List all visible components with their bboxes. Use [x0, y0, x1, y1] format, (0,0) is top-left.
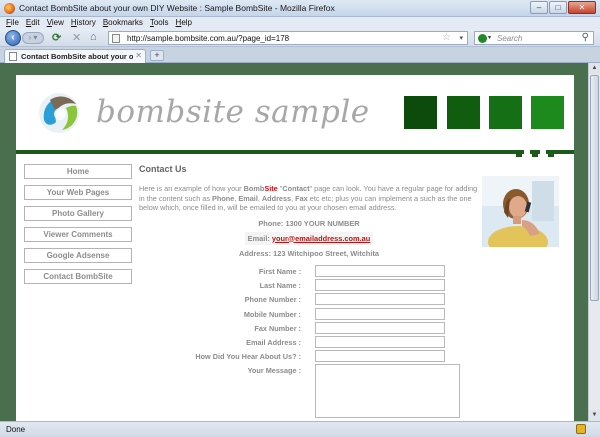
main-content: Contact Us Here is an example of how you… — [139, 164, 479, 258]
page-container: bombsite sample Home Your Web Pages Phot… — [16, 75, 574, 421]
close-icon[interactable]: ✕ — [135, 51, 142, 60]
menu-view[interactable]: View — [47, 17, 64, 29]
heard-about-label: How Did You Hear About Us? : — [195, 352, 301, 362]
firefox-icon — [4, 3, 15, 14]
contact-form: First Name : Last Name : Phone Number : … — [139, 265, 469, 419]
fax-number-label: Fax Number : — [254, 323, 301, 333]
phone-number-label: Phone Number : — [244, 295, 301, 305]
tab-bar: Contact BombSite about your own DI... ✕ … — [0, 47, 600, 63]
scroll-down-icon[interactable]: ▼ — [589, 410, 600, 421]
page-icon — [112, 34, 120, 43]
nav-your-web-pages[interactable]: Your Web Pages — [24, 185, 132, 200]
site-nav: Home Your Web Pages Photo Gallery Viewer… — [24, 164, 132, 290]
scroll-up-icon[interactable]: ▲ — [589, 63, 600, 74]
navigation-toolbar: ‹ › ▾ ⟳ ✕ ⌂ http://sample.bombsite.com.a… — [0, 29, 600, 47]
nav-viewer-comments[interactable]: Viewer Comments — [24, 227, 132, 242]
mobile-number-field[interactable] — [315, 307, 445, 320]
menu-help[interactable]: Help — [176, 17, 192, 29]
tab-label: Contact BombSite about your own DI... — [21, 52, 133, 61]
back-arrow-icon[interactable]: ‹ — [5, 30, 21, 46]
header-square — [531, 96, 564, 129]
nav-google-adsense[interactable]: Google Adsense — [24, 248, 132, 263]
page-heading: Contact Us — [139, 164, 187, 174]
bookmark-star-icon[interactable]: ☆ — [442, 32, 451, 43]
message-label: Your Message : — [247, 366, 301, 376]
menu-history[interactable]: History — [71, 17, 96, 29]
site-title: bombsite sample — [96, 94, 370, 130]
chevron-down-icon[interactable]: ▾ — [459, 34, 463, 42]
header-divider — [16, 150, 574, 154]
email-line: Email: your@emailaddress.com.au — [139, 231, 479, 245]
mobile-number-label: Mobile Number : — [243, 309, 301, 319]
bombsite-logo — [39, 93, 79, 133]
phone-line: Phone: 1300 YOUR NUMBER — [258, 218, 360, 228]
header-square — [489, 96, 522, 129]
intro-text: Here is an example of how your BombSite … — [139, 184, 478, 212]
last-name-label: Last Name : — [259, 281, 301, 291]
email-link[interactable]: your@emailaddress.com.au — [272, 234, 370, 243]
close-button[interactable]: ✕ — [568, 1, 596, 14]
menu-bookmarks[interactable]: Bookmarks — [103, 17, 143, 29]
header-divider — [532, 150, 538, 157]
search-engine-icon[interactable] — [478, 34, 487, 43]
address-line: Address: 123 Witchipoo Street, Witchita — [239, 248, 379, 258]
header-square — [447, 96, 480, 129]
header-divider — [516, 150, 522, 157]
header-divider — [524, 150, 530, 154]
home-icon[interactable]: ⌂ — [90, 31, 97, 43]
email-address-label: Email Address : — [246, 337, 301, 347]
reload-icon[interactable]: ⟳ — [52, 31, 61, 44]
nav-home[interactable]: Home — [24, 164, 132, 179]
new-tab-button[interactable]: + — [150, 50, 164, 61]
heard-about-field[interactable] — [315, 350, 445, 363]
phone-number-field[interactable] — [315, 293, 445, 306]
scroll-thumb[interactable] — [590, 75, 599, 301]
first-name-field[interactable] — [315, 265, 445, 277]
menu-edit[interactable]: Edit — [26, 17, 40, 29]
nav-contact-bombsite[interactable]: Contact BombSite — [24, 269, 132, 284]
address-bar[interactable]: http://sample.bombsite.com.au/?page_id=1… — [108, 31, 468, 45]
url-text[interactable]: http://sample.bombsite.com.au/?page_id=1… — [127, 34, 289, 43]
window-title: Contact BombSite about your own DIY Webs… — [19, 3, 335, 13]
search-input[interactable]: Search — [497, 34, 522, 43]
first-name-label: First Name : — [258, 267, 301, 276]
status-text: Done — [6, 425, 26, 434]
status-bar: Done — [0, 421, 600, 437]
menu-file[interactable]: File — [6, 17, 19, 29]
message-textarea[interactable] — [315, 364, 460, 419]
tab-contact[interactable]: Contact BombSite about your own DI... ✕ — [4, 49, 146, 63]
page-icon — [9, 52, 17, 61]
site-header: bombsite sample — [16, 75, 574, 157]
search-icon[interactable]: ⚲ — [582, 32, 589, 43]
forward-arrow-icon[interactable]: › ▾ — [22, 32, 44, 44]
header-divider — [540, 150, 546, 154]
web-content: bombsite sample Home Your Web Pages Phot… — [0, 63, 588, 421]
window-titlebar: Contact BombSite about your own DIY Webs… — [0, 0, 600, 17]
contact-photo — [482, 176, 559, 247]
search-box[interactable]: ▾ Search ⚲ — [474, 31, 594, 45]
vertical-scrollbar[interactable]: ▲ ▼ — [588, 63, 600, 421]
menu-bar: File Edit View History Bookmarks Tools H… — [0, 17, 600, 29]
minimize-button[interactable]: – — [530, 1, 548, 14]
chevron-down-icon[interactable]: ▾ — [488, 34, 491, 41]
menu-tools[interactable]: Tools — [150, 17, 169, 29]
fax-number-field[interactable] — [315, 321, 445, 334]
email-address-field[interactable] — [315, 335, 445, 348]
stop-icon[interactable]: ✕ — [72, 31, 81, 44]
maximize-button[interactable]: □ — [549, 1, 567, 14]
nav-photo-gallery[interactable]: Photo Gallery — [24, 206, 132, 221]
security-icon — [576, 424, 586, 434]
header-divider — [548, 150, 554, 157]
header-square — [404, 96, 437, 129]
last-name-field[interactable] — [315, 279, 445, 292]
